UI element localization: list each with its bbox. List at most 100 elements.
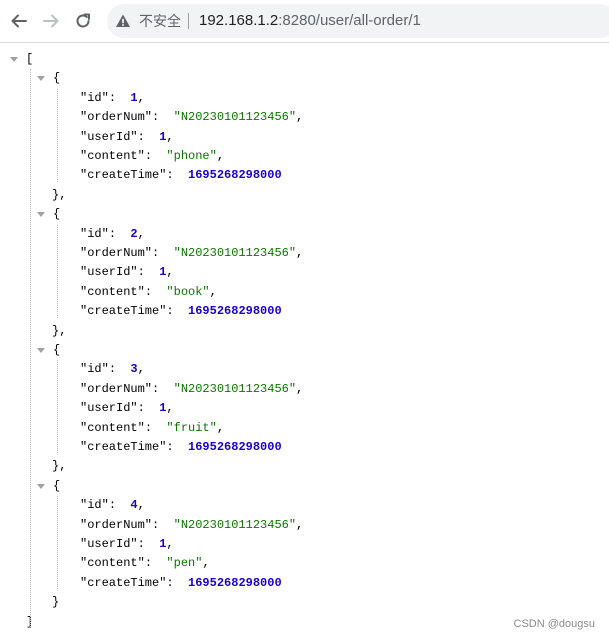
- comma: ,: [166, 265, 174, 280]
- array-open-bracket: [: [26, 52, 34, 66]
- property-key: "createTime": [80, 168, 167, 183]
- comma: ,: [166, 537, 174, 551]
- property-key: "content": [80, 420, 145, 435]
- colon: :: [108, 362, 131, 377]
- comma: ,: [59, 459, 67, 474]
- json-property-id: "id": 3,: [80, 360, 145, 379]
- json-property-content: "content": "phone",: [80, 147, 224, 166]
- indent-guide: [57, 224, 58, 318]
- property-key: "orderNum": [80, 381, 153, 396]
- comma: ,: [166, 401, 174, 416]
- json-property-createtime: "createTime": 1695268298000: [80, 302, 282, 321]
- colon: :: [152, 110, 174, 125]
- comma: ,: [296, 246, 304, 260]
- json-object-close: },: [52, 322, 66, 341]
- property-key: "id": [80, 226, 109, 241]
- address-bar[interactable]: 不安全 192.168.1.2:8280/user/all-order/1: [107, 4, 609, 38]
- colon: :: [166, 168, 189, 183]
- comma: ,: [59, 323, 67, 338]
- colon: :: [152, 517, 174, 532]
- property-key: "userId": [80, 129, 138, 144]
- json-property-content: "content": "pen",: [80, 554, 210, 573]
- comma: ,: [137, 498, 145, 513]
- forward-button[interactable]: [41, 11, 61, 31]
- property-key: "content": [80, 556, 145, 571]
- watermark: CSDN @dougsu: [513, 618, 595, 630]
- property-key: "content": [80, 149, 145, 163]
- property-key: "createTime": [80, 304, 167, 319]
- comma: ,: [216, 149, 225, 163]
- json-property-id: "id": 2,: [80, 225, 145, 244]
- url-host: 192.168.1.2: [199, 12, 279, 29]
- collapse-toggle-object[interactable]: [37, 348, 45, 353]
- property-key: "id": [80, 362, 109, 377]
- colon: :: [166, 440, 189, 454]
- json-property-id: "id": 4,: [80, 496, 145, 515]
- colon: :: [144, 284, 167, 299]
- address-divider: [188, 13, 189, 29]
- json-object-close: }: [52, 593, 59, 612]
- back-button[interactable]: [9, 11, 29, 31]
- colon: :: [108, 498, 131, 513]
- collapse-toggle-root[interactable]: [10, 57, 18, 62]
- property-key: "userId": [80, 265, 138, 280]
- property-key: "id": [80, 90, 109, 105]
- object-open-brace: {: [53, 343, 61, 357]
- url-text[interactable]: 192.168.1.2:8280/user/all-order/1: [199, 12, 421, 30]
- reload-button[interactable]: [73, 11, 93, 31]
- comma: ,: [296, 110, 304, 125]
- colon: :: [152, 246, 174, 260]
- comma: ,: [137, 362, 145, 377]
- comma: ,: [296, 381, 304, 396]
- property-key: "content": [80, 284, 145, 299]
- json-property-ordernum: "orderNum": "N20230101123456",: [80, 516, 303, 535]
- colon: :: [137, 537, 160, 551]
- arrow-left-icon: [11, 14, 27, 28]
- comma: ,: [166, 129, 174, 144]
- colon: :: [137, 265, 160, 280]
- browser-toolbar: 不安全 192.168.1.2:8280/user/all-order/1: [0, 0, 609, 42]
- property-value: "N20230101123456": [173, 110, 297, 125]
- json-property-id: "id": 1,: [80, 89, 145, 108]
- property-value: 1695268298000: [188, 168, 282, 183]
- arrow-right-icon: [43, 14, 59, 28]
- colon: :: [137, 129, 160, 144]
- collapse-toggle-object[interactable]: [37, 212, 45, 218]
- collapse-toggle-object[interactable]: [37, 483, 45, 489]
- comma: ,: [137, 226, 145, 241]
- json-object-close: },: [52, 457, 66, 476]
- json-property-userid: "userId": 1,: [80, 535, 174, 554]
- colon: :: [166, 304, 189, 319]
- warning-icon[interactable]: [115, 13, 131, 29]
- json-property-ordernum: "orderNum": "N20230101123456",: [80, 380, 303, 399]
- property-value: 2: [130, 226, 138, 241]
- property-key: "id": [80, 498, 109, 513]
- url-path: :8280/user/all-order/1: [278, 12, 421, 29]
- property-value: "N20230101123456": [173, 381, 297, 396]
- reload-icon: [76, 13, 90, 28]
- indent-guide: [57, 360, 58, 454]
- object-open-brace: {: [53, 71, 61, 86]
- property-value: 1: [130, 90, 138, 105]
- json-property-ordernum: "orderNum": "N20230101123456",: [80, 244, 303, 263]
- indent-guide: [57, 88, 58, 182]
- property-key: "orderNum": [80, 246, 153, 260]
- indent-guide: [57, 496, 58, 590]
- security-status[interactable]: 不安全: [139, 12, 181, 30]
- property-key: "orderNum": [80, 517, 153, 532]
- property-value: "pen": [166, 556, 203, 571]
- colon: :: [152, 381, 174, 396]
- json-property-createtime: "createTime": 1695268298000: [80, 438, 282, 457]
- property-value: "N20230101123456": [173, 246, 297, 260]
- property-value: "book": [166, 284, 210, 299]
- property-value: "fruit": [166, 420, 217, 435]
- property-value: 4: [130, 498, 138, 513]
- comma: ,: [202, 556, 210, 571]
- property-value: 3: [130, 362, 138, 377]
- colon: :: [144, 149, 167, 163]
- property-value: "N20230101123456": [173, 517, 297, 532]
- comma: ,: [296, 517, 304, 532]
- collapse-toggle-object[interactable]: [37, 76, 45, 82]
- toolbar-divider: [0, 42, 609, 43]
- json-property-content: "content": "book",: [80, 283, 217, 302]
